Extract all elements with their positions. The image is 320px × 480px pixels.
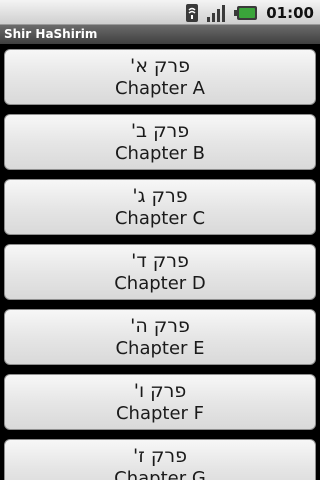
- status-clock: 01:00: [266, 3, 314, 22]
- chapter-english-label: Chapter C: [114, 207, 206, 229]
- chapter-button-c[interactable]: פרק ג' Chapter C: [4, 179, 316, 235]
- chapter-list[interactable]: פרק א' Chapter A פרק ב' Chapter B פרק ג'…: [0, 44, 320, 480]
- battery-icon: [234, 5, 258, 21]
- status-icons: 01:00: [184, 0, 314, 25]
- chapter-button-e[interactable]: פרק ה' Chapter E: [4, 309, 316, 365]
- chapter-hebrew-label: פרק א': [129, 54, 191, 77]
- chapter-button-b[interactable]: פרק ב' Chapter B: [4, 114, 316, 170]
- chapter-english-label: Chapter D: [114, 272, 206, 294]
- chapter-button-f[interactable]: פרק ו' Chapter F: [4, 374, 316, 430]
- chapter-hebrew-label: פרק ז': [133, 444, 187, 467]
- chapter-button-a[interactable]: פרק א' Chapter A: [4, 49, 316, 105]
- sync-icon: [184, 3, 200, 23]
- status-bar: 01:00: [0, 0, 320, 25]
- chapter-hebrew-label: פרק ב': [130, 119, 190, 142]
- chapter-english-label: Chapter B: [114, 142, 206, 164]
- chapter-button-g[interactable]: פרק ז' Chapter G: [4, 439, 316, 480]
- chapter-hebrew-label: פרק ד': [131, 249, 189, 272]
- signal-icon: [206, 3, 228, 23]
- chapter-english-label: Chapter G: [114, 467, 206, 480]
- chapter-hebrew-label: פרק ה': [130, 314, 190, 337]
- chapter-hebrew-label: פרק ו': [133, 379, 187, 402]
- app-title-bar: Shir HaShirim: [0, 25, 320, 44]
- app-title: Shir HaShirim: [4, 27, 98, 41]
- chapter-english-label: Chapter E: [115, 337, 205, 359]
- chapter-english-label: Chapter F: [115, 402, 205, 424]
- chapter-english-label: Chapter A: [115, 77, 205, 99]
- chapter-hebrew-label: פרק ג': [132, 184, 188, 207]
- chapter-button-d[interactable]: פרק ד' Chapter D: [4, 244, 316, 300]
